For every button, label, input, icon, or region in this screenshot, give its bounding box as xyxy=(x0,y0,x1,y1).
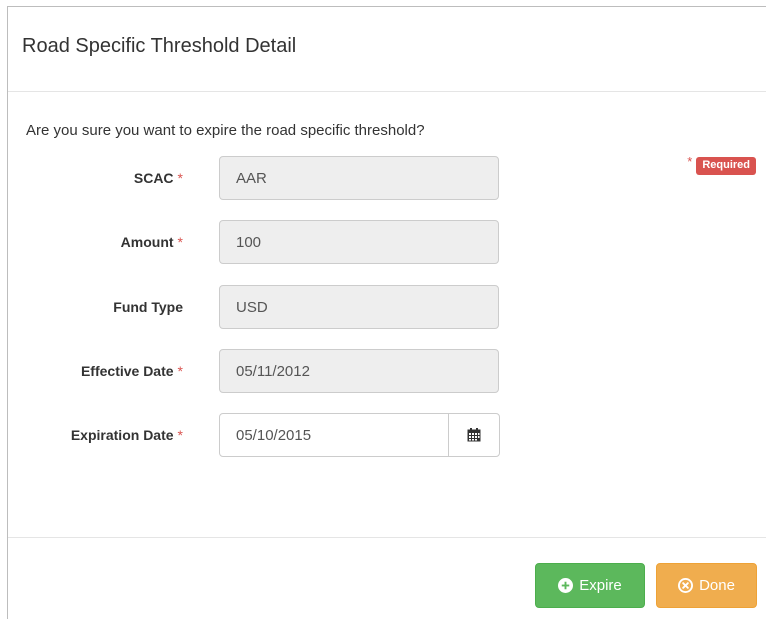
amount-field: 100 xyxy=(219,220,499,264)
fund-type-row: Fund Type USD xyxy=(8,285,508,329)
footer-divider xyxy=(8,537,766,538)
effective-date-row: Effective Date * 05/11/2012 xyxy=(8,349,508,393)
times-circle-icon xyxy=(678,578,694,593)
expire-label: Expire xyxy=(579,577,622,594)
calendar-button[interactable] xyxy=(448,413,500,457)
effective-date-field: 05/11/2012 xyxy=(219,349,499,393)
effective-date-label: Effective Date * xyxy=(80,363,183,379)
required-badge: Required xyxy=(696,157,756,175)
confirm-question: Are you sure you want to expire the road… xyxy=(26,122,425,139)
expire-button[interactable]: Expire xyxy=(535,563,645,608)
scac-row: SCAC * AAR xyxy=(8,156,508,200)
modal-header: Road Specific Threshold Detail xyxy=(8,7,766,92)
expiration-date-row: Expiration Date * 05/10/2015 xyxy=(8,413,508,457)
required-star: * xyxy=(177,427,183,443)
done-label: Done xyxy=(699,577,735,594)
calendar-icon xyxy=(467,428,481,442)
amount-row: Amount * 100 xyxy=(8,220,508,264)
scac-field: AAR xyxy=(219,156,499,200)
fund-type-label: Fund Type xyxy=(113,299,183,315)
amount-label: Amount * xyxy=(120,234,183,250)
plus-circle-icon xyxy=(558,578,574,593)
threshold-detail-modal: Road Specific Threshold Detail Are you s… xyxy=(7,6,766,619)
required-legend: * Required xyxy=(687,154,756,175)
required-star: * xyxy=(177,363,183,379)
required-star: * xyxy=(177,170,183,186)
expiration-date-input[interactable]: 05/10/2015 xyxy=(219,413,449,457)
required-legend-star: * xyxy=(687,154,693,169)
modal-title: Road Specific Threshold Detail xyxy=(22,35,297,57)
expiration-date-label: Expiration Date * xyxy=(70,427,183,443)
fund-type-field: USD xyxy=(219,285,499,329)
done-button[interactable]: Done xyxy=(656,563,757,608)
scac-label: SCAC * xyxy=(133,170,183,186)
required-star: * xyxy=(177,234,183,250)
